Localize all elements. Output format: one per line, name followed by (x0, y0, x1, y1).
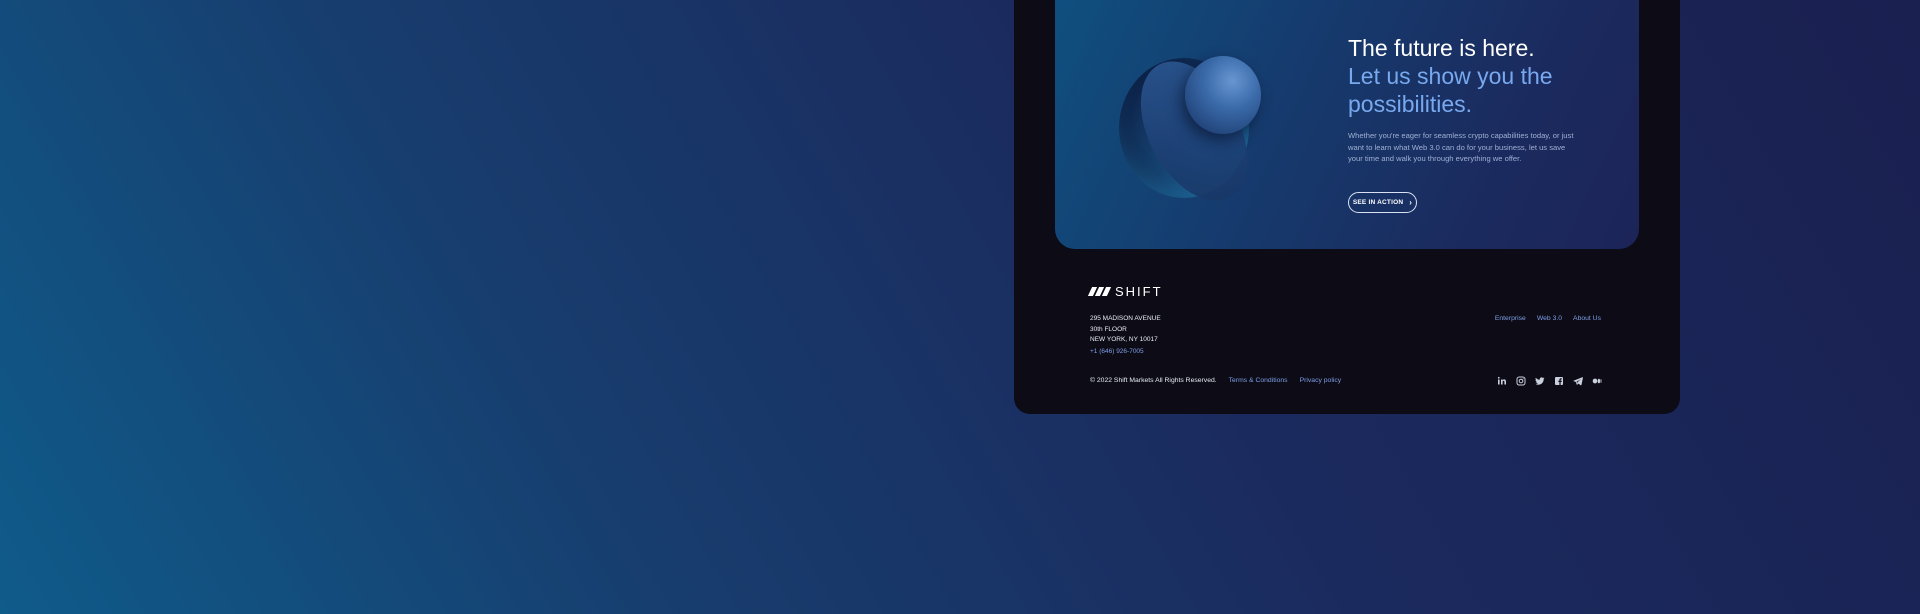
logo-text: SHIFT (1115, 284, 1163, 299)
chevron-right-icon: › (1409, 197, 1413, 207)
see-in-action-label: SEE IN ACTION (1352, 199, 1404, 206)
nav-link-web3[interactable]: Web 3.0 (1537, 315, 1562, 322)
nav-link-enterprise[interactable]: Enterprise (1495, 315, 1526, 322)
cta-title-line2: Let us show you the possibilities. (1348, 63, 1553, 117)
instagram-icon[interactable] (1516, 376, 1526, 386)
phone-link[interactable]: +1 (646) 926-7005 (1090, 347, 1161, 358)
nav-link-about-us[interactable]: About Us (1573, 315, 1601, 322)
footer-bottom: © 2022 Shift Markets All Rights Reserved… (1090, 377, 1341, 384)
address-line: NEW YORK, NY 10017 (1090, 336, 1158, 343)
facebook-icon[interactable] (1554, 376, 1564, 386)
shift-logo-mark (1087, 287, 1112, 296)
address-line: 30th FLOOR (1090, 325, 1127, 333)
legal-links: Terms & Conditions Privacy policy (1229, 377, 1342, 384)
privacy-link[interactable]: Privacy policy (1300, 377, 1342, 384)
social-icons (1497, 376, 1602, 386)
see-in-action-button[interactable]: SEE IN ACTION › (1348, 192, 1417, 213)
terms-link[interactable]: Terms & Conditions (1229, 377, 1288, 384)
cta-title: The future is here. Let us show you the … (1348, 34, 1588, 118)
medium-icon[interactable] (1592, 376, 1602, 386)
cta-title-line1: The future is here. (1348, 35, 1535, 61)
address-line: 295 MADISON AVENUE (1090, 315, 1161, 322)
shift-logo[interactable]: SHIFT (1087, 284, 1163, 299)
linkedin-icon[interactable] (1497, 376, 1507, 386)
copyright-text: © 2022 Shift Markets All Rights Reserved… (1090, 377, 1217, 384)
cta-card: The future is here. Let us show you the … (1055, 0, 1639, 249)
cta-body-text: Whether you're eager for seamless crypto… (1348, 131, 1574, 163)
footer-nav: Enterprise Web 3.0 About Us (1495, 315, 1601, 322)
address-block: 295 MADISON AVENUE 30th FLOOR NEW YORK, … (1090, 314, 1161, 357)
orb-small-sphere (1185, 56, 1261, 134)
cta-text-block: The future is here. Let us show you the … (1348, 34, 1588, 165)
twitter-icon[interactable] (1535, 376, 1545, 386)
orb-illustration (1119, 43, 1279, 219)
telegram-icon[interactable] (1573, 376, 1583, 386)
